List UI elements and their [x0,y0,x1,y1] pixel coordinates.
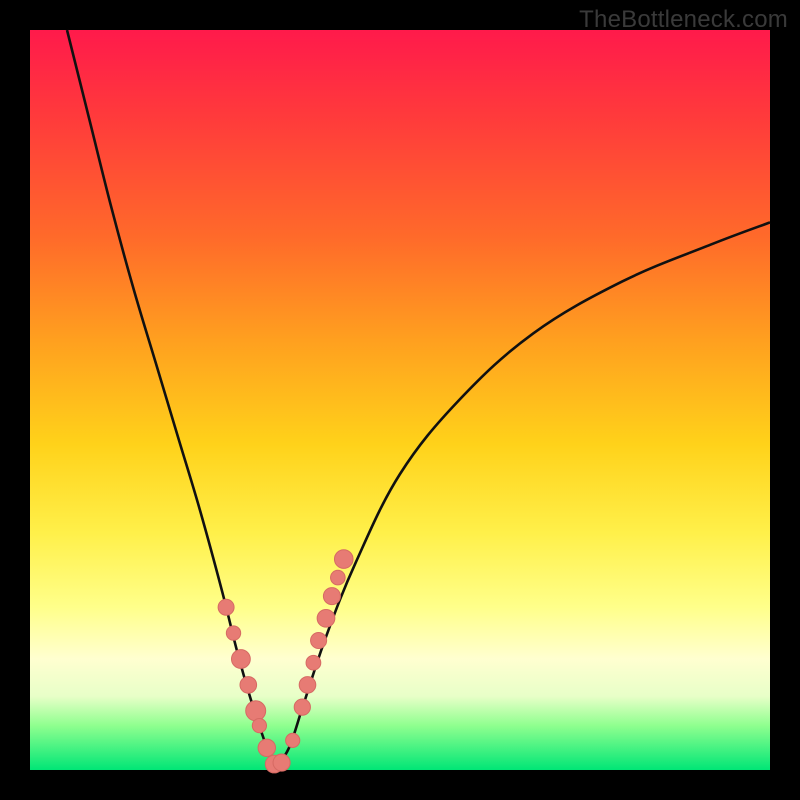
marker-dot [258,739,275,756]
marker-group [218,550,353,773]
marker-dot [294,699,310,715]
marker-dot [246,701,266,721]
marker-dot [323,588,340,605]
marker-dot [231,650,250,669]
right-branch-path [274,222,770,770]
right-branch-curve [274,222,770,770]
marker-dot [311,632,327,648]
marker-dot [334,550,353,569]
marker-dot [331,570,346,585]
marker-dot [317,609,335,627]
marker-dot [226,626,240,640]
marker-dot [299,677,316,694]
chart-frame: TheBottleneck.com [0,0,800,800]
plot-area [30,30,770,770]
marker-dot [240,677,257,694]
marker-dot [252,718,266,732]
curve-layer [30,30,770,770]
marker-dot [273,754,290,771]
marker-dot [286,733,300,747]
marker-dot [306,655,321,670]
marker-dot [218,599,234,615]
